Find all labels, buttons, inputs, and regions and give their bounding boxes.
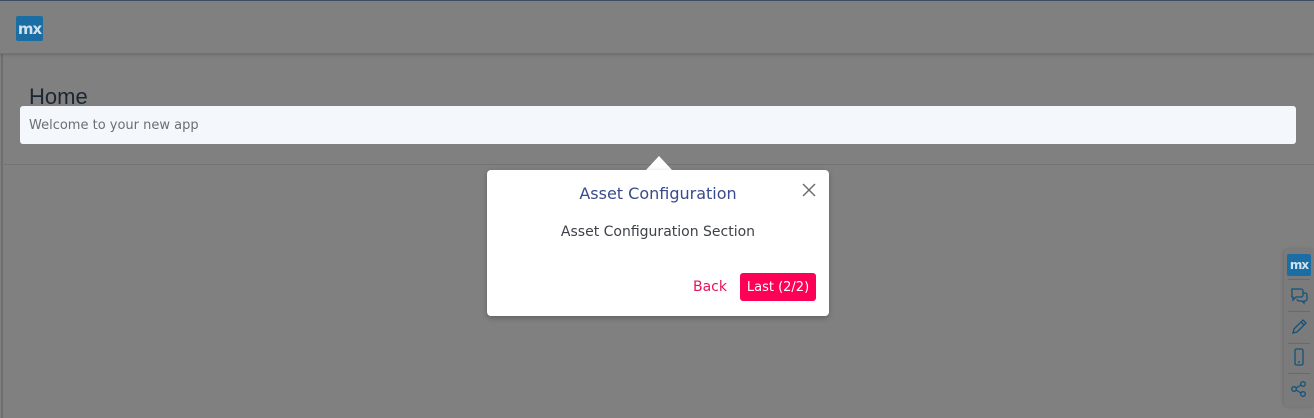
popover-arrow	[646, 156, 672, 170]
feedback-icon[interactable]	[1287, 283, 1311, 307]
popover-body: Asset Configuration Section	[560, 224, 756, 240]
share-icon[interactable]	[1287, 377, 1311, 401]
mobile-device-icon[interactable]	[1287, 345, 1311, 369]
toolbar-separator	[1288, 373, 1310, 374]
last-button[interactable]: Last (2/2)	[740, 273, 816, 301]
tour-popover: Asset Configuration Asset Configuration …	[487, 170, 829, 316]
left-frame-edge	[1, 0, 3, 418]
toolbar-separator	[1288, 343, 1310, 344]
edit-pencil-icon[interactable]	[1287, 315, 1311, 339]
welcome-text: Welcome to your new app	[29, 117, 199, 133]
top-navigation-bar: mx	[0, 0, 1314, 54]
welcome-banner: Welcome to your new app	[20, 106, 1296, 144]
toolbar-separator	[1288, 279, 1310, 280]
close-icon[interactable]	[800, 181, 818, 199]
mendix-toolbar-logo[interactable]: mx	[1287, 254, 1311, 276]
side-toolbar: mx	[1284, 249, 1314, 407]
back-button[interactable]: Back	[690, 273, 730, 301]
mendix-logo[interactable]: mx	[16, 16, 43, 41]
popover-title: Asset Configuration	[579, 184, 737, 203]
toolbar-separator	[1288, 311, 1310, 312]
